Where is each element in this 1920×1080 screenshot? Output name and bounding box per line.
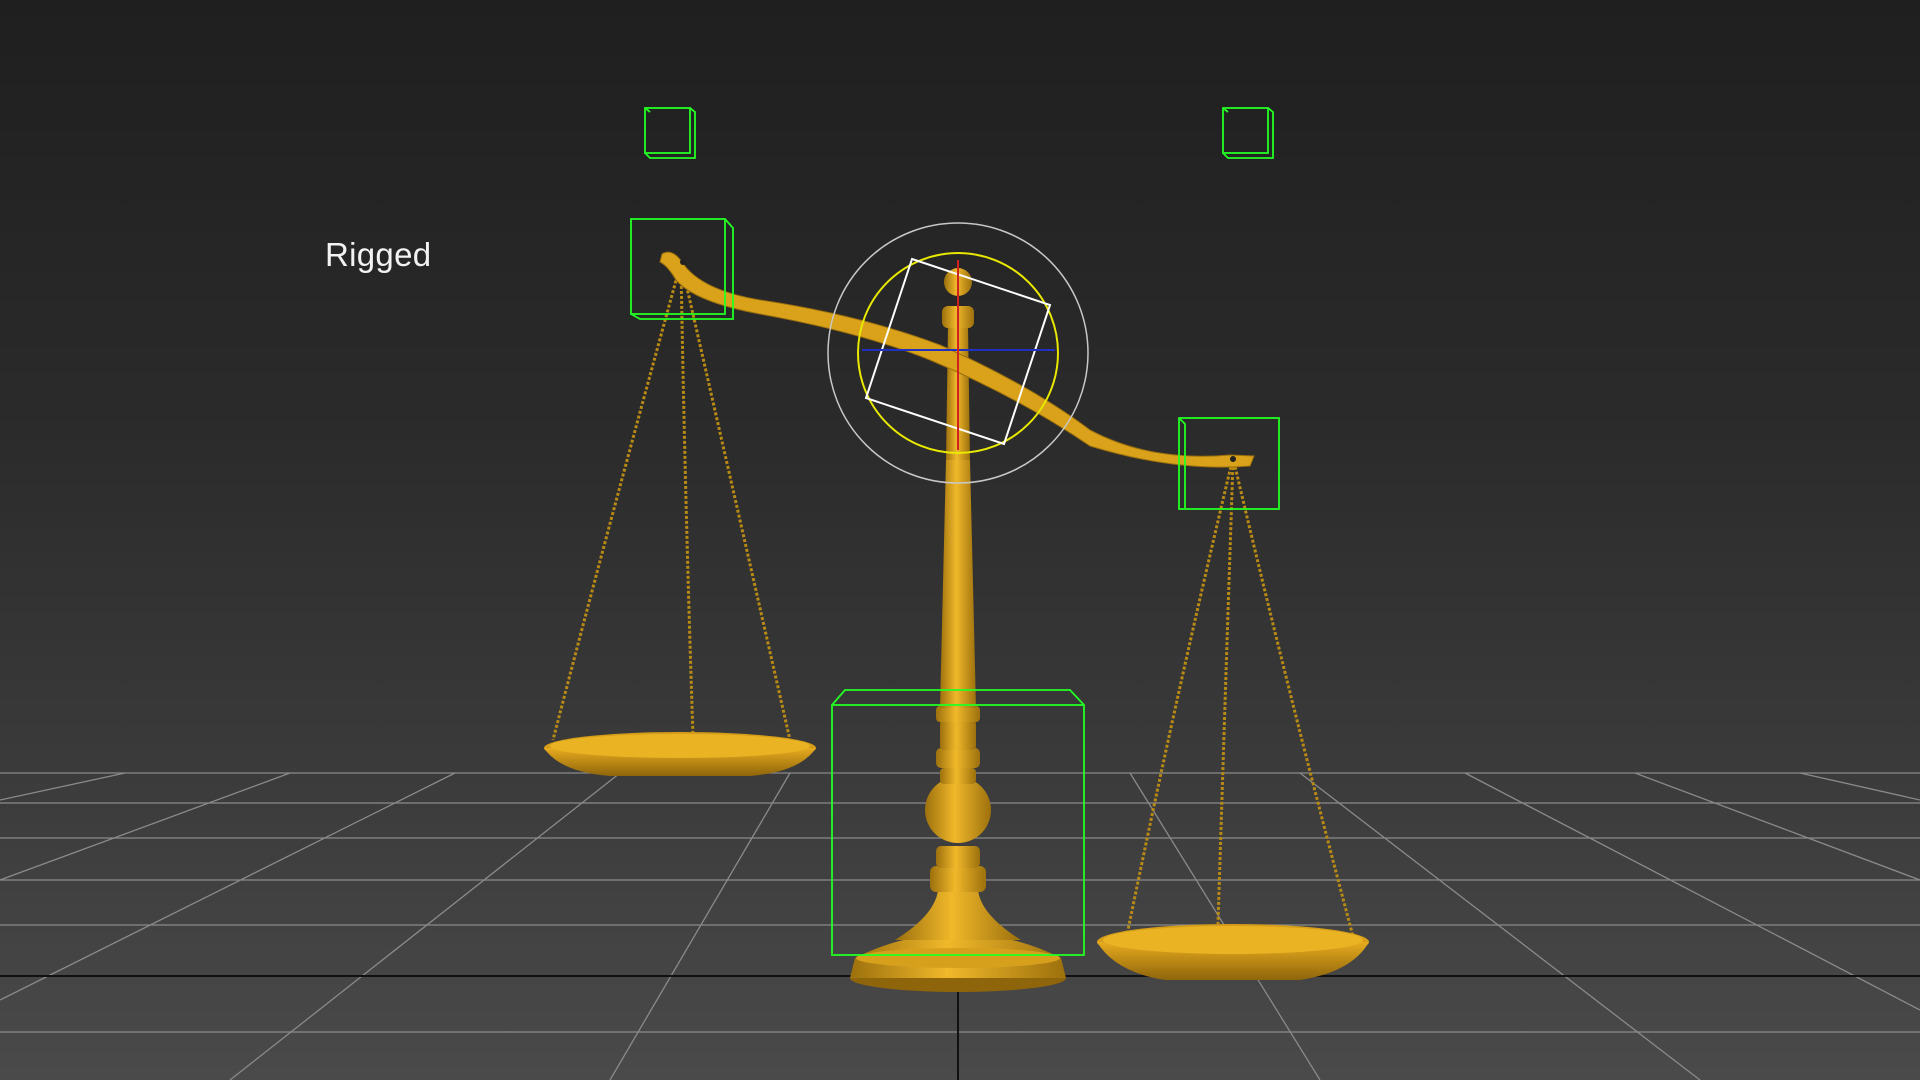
viewport-label: Rigged <box>325 236 432 273</box>
left-chains <box>551 265 792 741</box>
right-chains <box>1125 461 1356 941</box>
left-pan[interactable] <box>544 732 816 776</box>
point-helper-icon[interactable] <box>644 107 1274 159</box>
right-pan[interactable] <box>1097 924 1369 980</box>
rotate-gizmo-icon[interactable] <box>827 222 1089 484</box>
viewport-perspective[interactable]: Rigged <box>0 0 1920 1080</box>
viewport-canvas[interactable] <box>0 0 1920 1080</box>
